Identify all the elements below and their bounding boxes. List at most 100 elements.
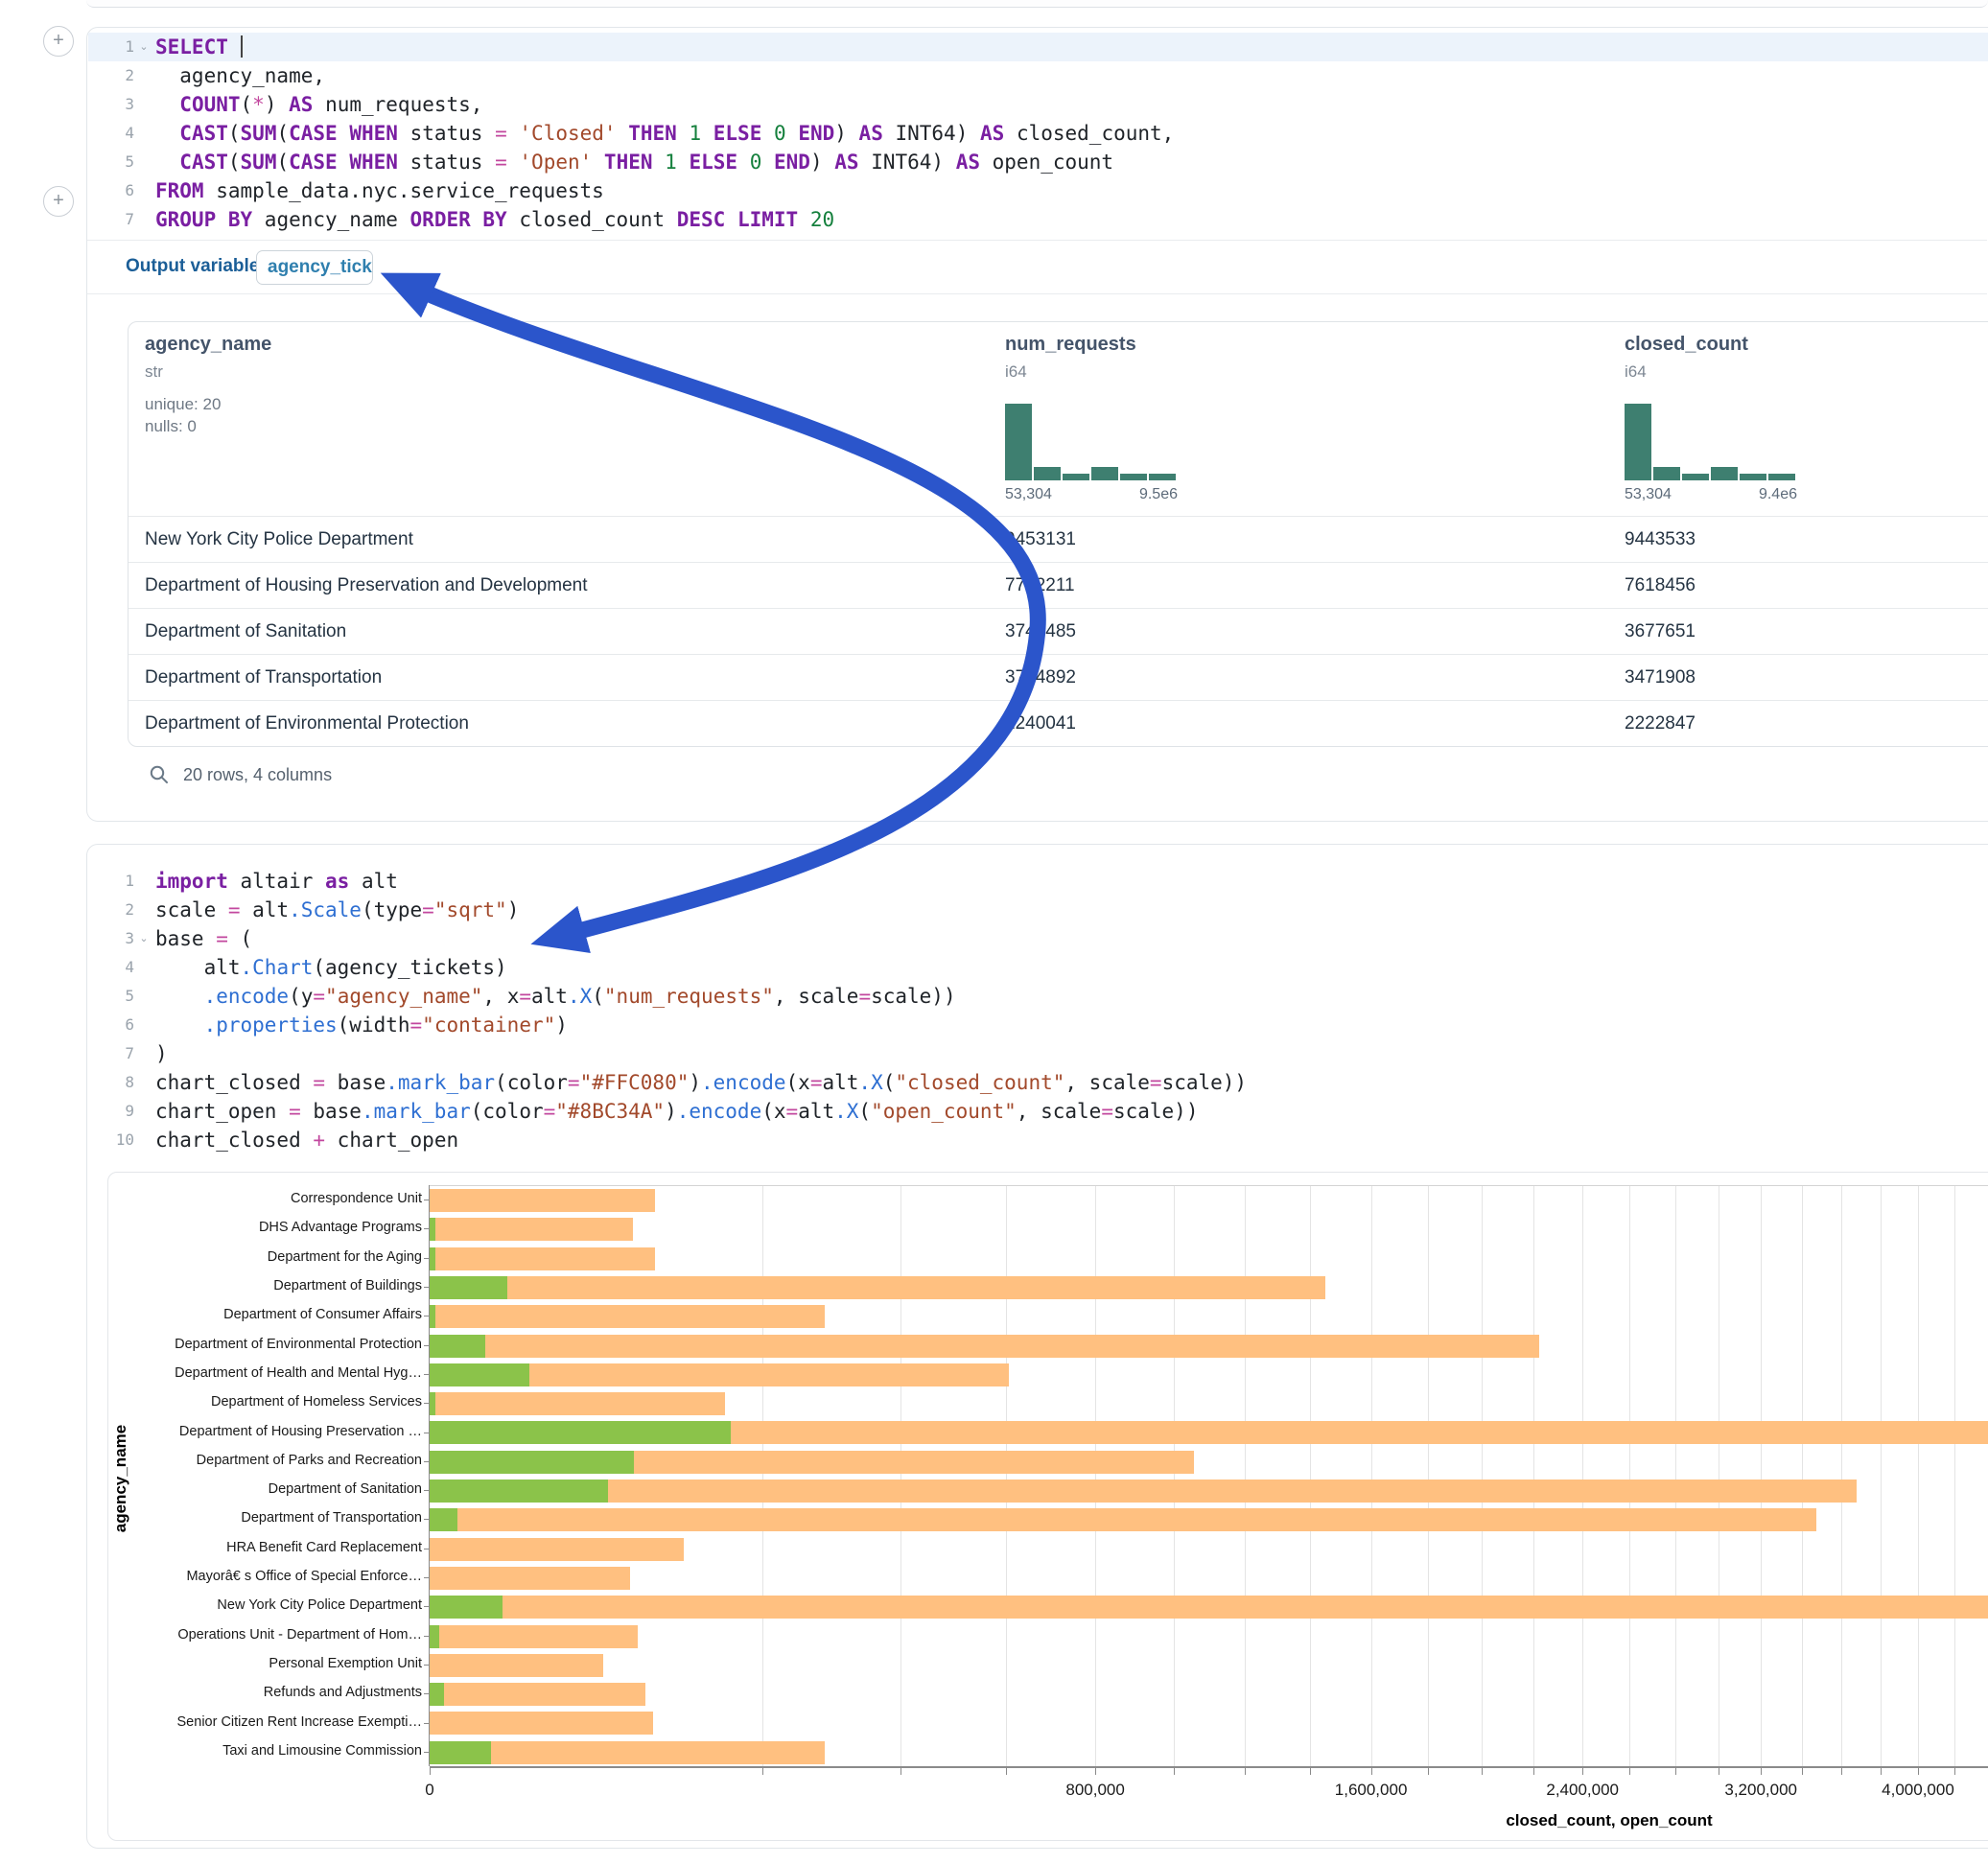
column-histogram[interactable] [1005, 404, 1178, 480]
open_count-bar[interactable] [430, 1480, 608, 1503]
closed_count-bar[interactable] [430, 1508, 1816, 1531]
open_count-bar[interactable] [430, 1625, 439, 1648]
column-histogram[interactable] [1625, 404, 1797, 480]
gutter-spacer [134, 1068, 153, 1097]
fold-chevron-icon[interactable]: ⌄ [134, 924, 153, 953]
closed_count-bar[interactable] [430, 1335, 1539, 1358]
x-axis-tick [1428, 1768, 1429, 1775]
table-cell[interactable]: Department of Sanitation [145, 621, 346, 642]
table-cell[interactable]: 2222847 [1625, 713, 1696, 734]
sql-line[interactable]: 7 GROUP BY agency_name ORDER BY closed_c… [88, 205, 1988, 234]
closed_count-bar[interactable] [430, 1538, 684, 1561]
open_count-bar[interactable] [430, 1305, 435, 1328]
table-footer-text: 20 rows, 4 columns [183, 765, 332, 785]
sql-line[interactable]: 5 CAST(SUM(CASE WHEN status = 'Open' THE… [88, 148, 1988, 176]
sql-line[interactable]: 6 FROM sample_data.nyc.service_requests [88, 176, 1988, 205]
x-axis-tick-label: 800,000 [1038, 1781, 1153, 1800]
python-line[interactable]: 7 ) [88, 1039, 1988, 1068]
table-cell[interactable]: 3677651 [1625, 621, 1696, 642]
table-cell[interactable]: New York City Police Department [145, 529, 413, 550]
open_count-bar[interactable] [430, 1741, 491, 1764]
open_count-bar[interactable] [430, 1508, 457, 1531]
open_count-bar[interactable] [430, 1363, 529, 1386]
column-header-closed_count[interactable]: closed_count [1625, 334, 1748, 356]
python-line[interactable]: 4 alt.Chart(agency_tickets) [88, 953, 1988, 982]
x-axis-tick [1802, 1768, 1803, 1775]
gutter-spacer [134, 1097, 153, 1126]
closed_count-bar[interactable] [430, 1625, 638, 1648]
gutter-spacer [134, 148, 153, 176]
python-line[interactable]: 3⌄base = ( [88, 924, 1988, 953]
closed_count-bar[interactable] [430, 1712, 653, 1735]
closed_count-bar[interactable] [430, 1392, 725, 1415]
gutter-spacer [134, 61, 153, 90]
open_count-bar[interactable] [430, 1683, 444, 1706]
x-axis-tick [1371, 1768, 1372, 1775]
python-line[interactable]: 5 .encode(y="agency_name", x=alt.X("num_… [88, 982, 1988, 1011]
closed_count-bar[interactable] [430, 1480, 1857, 1503]
table-cell[interactable]: 7782211 [1005, 575, 1075, 596]
line-number: 2 [88, 896, 134, 924]
closed_count-bar[interactable] [430, 1654, 603, 1677]
closed_count-bar[interactable] [430, 1683, 645, 1706]
table-cell[interactable]: Department of Transportation [145, 667, 382, 688]
output-variable-input[interactable]: agency_tickets [256, 250, 373, 285]
closed_count-bar[interactable] [430, 1596, 1988, 1619]
python-line[interactable]: 2 scale = alt.Scale(type="sqrt") [88, 896, 1988, 924]
table-cell[interactable]: 9443533 [1625, 529, 1696, 550]
python-line[interactable]: 8 chart_closed = base.mark_bar(color="#F… [88, 1068, 1988, 1097]
row-divider [129, 700, 1988, 701]
y-axis-label: New York City Police Department [123, 1597, 422, 1613]
line-number: 6 [88, 1011, 134, 1039]
row-divider [129, 562, 1988, 563]
add-cell-button-top[interactable]: + [43, 26, 74, 57]
table-footer[interactable]: 20 rows, 4 columns [149, 764, 332, 785]
open_count-bar[interactable] [430, 1392, 435, 1415]
closed_count-bar[interactable] [430, 1218, 633, 1241]
closed_count-bar[interactable] [430, 1247, 655, 1270]
closed_count-bar[interactable] [430, 1567, 630, 1590]
chart-row [430, 1535, 1988, 1564]
sql-code-editor[interactable]: 1⌄SELECT 2 agency_name,3 COUNT(*) AS num… [88, 33, 1988, 234]
column-header-agency_name[interactable]: agency_name [145, 334, 271, 356]
python-code-editor[interactable]: 1 import altair as alt2 scale = alt.Scal… [88, 867, 1988, 1154]
open_count-bar[interactable] [430, 1218, 435, 1241]
python-line[interactable]: 9 chart_open = base.mark_bar(color="#8BC… [88, 1097, 1988, 1126]
table-cell[interactable]: 3471908 [1625, 667, 1696, 688]
x-axis-tick-label: 4,000,000 [1860, 1781, 1976, 1800]
python-line[interactable]: 6 .properties(width="container") [88, 1011, 1988, 1039]
sql-line[interactable]: 1⌄SELECT [88, 33, 1988, 61]
table-cell[interactable]: Department of Environmental Protection [145, 713, 469, 734]
closed_count-bar[interactable] [430, 1305, 825, 1328]
open_count-bar[interactable] [430, 1276, 507, 1299]
closed_count-bar[interactable] [430, 1276, 1325, 1299]
chart-row [430, 1245, 1988, 1273]
python-line[interactable]: 10 chart_closed + chart_open [88, 1126, 1988, 1154]
table-cell[interactable]: 2240041 [1005, 713, 1076, 734]
open_count-bar[interactable] [430, 1596, 503, 1619]
histogram-max-label: 9.5e6 [1139, 486, 1178, 503]
sql-line[interactable]: 3 COUNT(*) AS num_requests, [88, 90, 1988, 119]
table-cell[interactable]: 7618456 [1625, 575, 1696, 596]
column-header-num_requests[interactable]: num_requests [1005, 334, 1136, 356]
search-icon[interactable] [149, 764, 170, 785]
open_count-bar[interactable] [430, 1421, 731, 1444]
sql-line[interactable]: 4 CAST(SUM(CASE WHEN status = 'Closed' T… [88, 119, 1988, 148]
open_count-bar[interactable] [430, 1451, 634, 1474]
fold-chevron-icon[interactable]: ⌄ [134, 33, 153, 61]
open_count-bar[interactable] [430, 1247, 435, 1270]
table-cell[interactable]: 9453131 [1005, 529, 1076, 550]
table-cell[interactable]: 3774892 [1005, 667, 1076, 688]
table-cell[interactable]: Department of Housing Preservation and D… [145, 575, 588, 596]
chart-row [430, 1302, 1988, 1331]
histogram-bar [1005, 404, 1032, 480]
add-cell-button-middle[interactable]: + [43, 186, 74, 217]
table-cell[interactable]: 3749485 [1005, 621, 1076, 642]
open_count-bar[interactable] [430, 1335, 485, 1358]
python-line[interactable]: 1 import altair as alt [88, 867, 1988, 896]
sql-line[interactable]: 2 agency_name, [88, 61, 1988, 90]
x-axis-tick [1174, 1768, 1175, 1775]
x-axis-tick [1310, 1768, 1311, 1775]
closed_count-bar[interactable] [430, 1189, 655, 1212]
histogram-bar [1740, 474, 1766, 480]
